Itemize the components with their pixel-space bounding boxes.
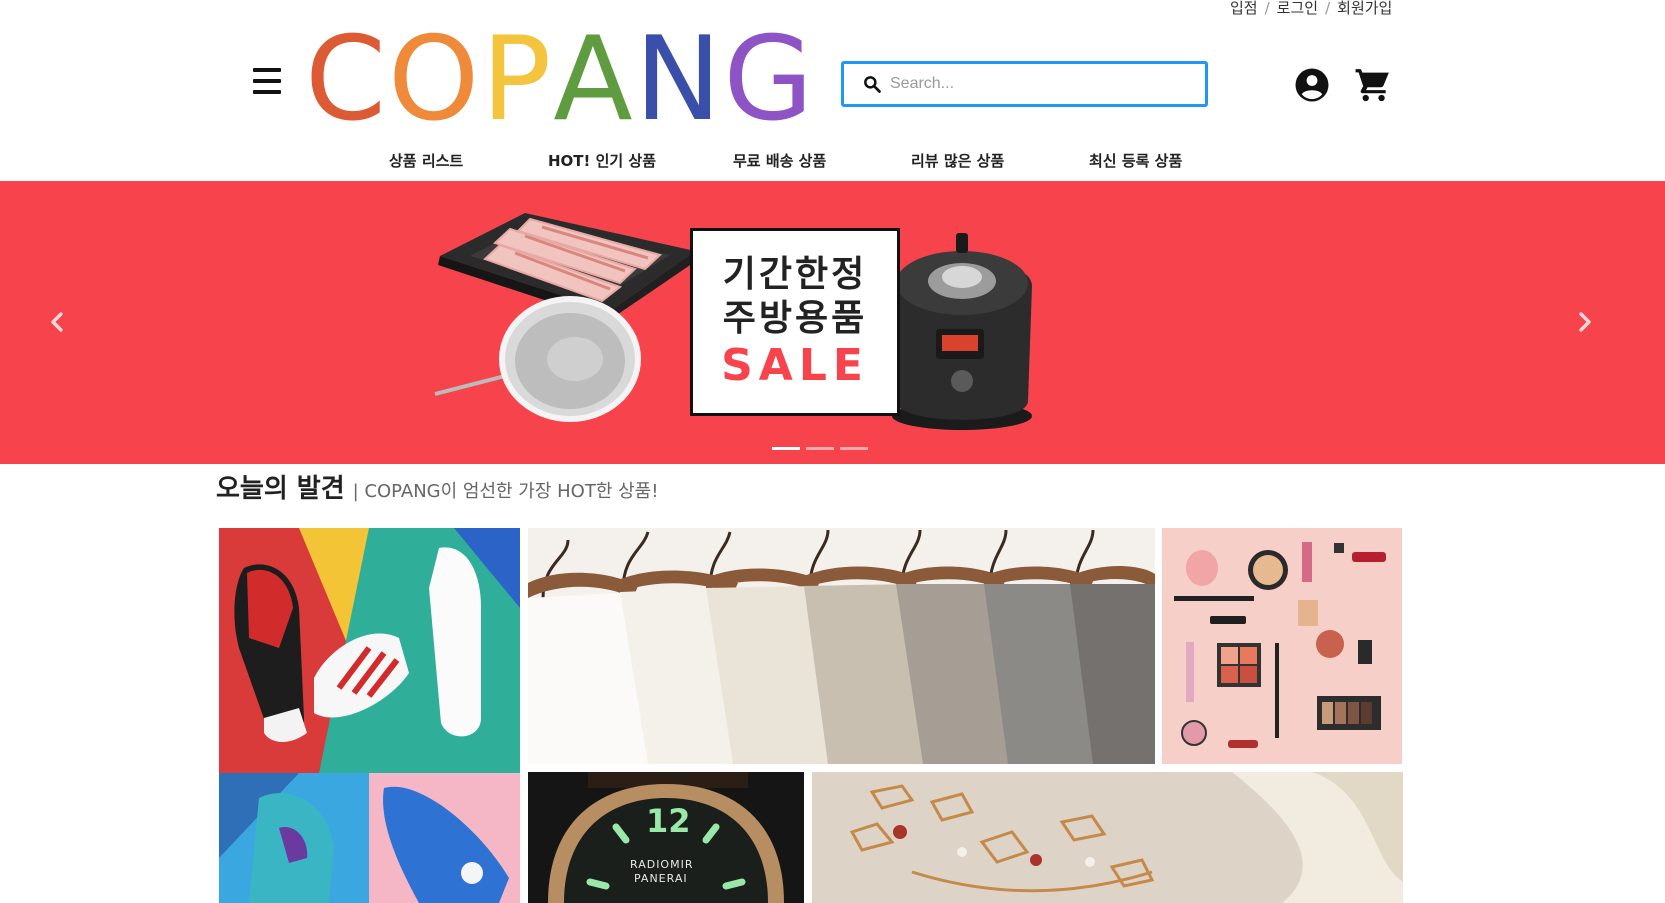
account-icon[interactable] xyxy=(1294,67,1330,103)
logo-letter: P xyxy=(481,12,554,147)
signup-link[interactable]: 회원가입 xyxy=(1337,0,1392,18)
jewelry-image xyxy=(812,772,1403,903)
banner-text-line2: 주방용품 xyxy=(722,298,868,339)
tile-watch[interactable]: 12 RADIOMIR PANERAI xyxy=(528,772,804,903)
section-subtitle: | COPANG이 엄선한 가장 HOT한 상품! xyxy=(352,481,659,502)
section-header: 오늘의 발견 | COPANG이 엄선한 가장 HOT한 상품! xyxy=(216,468,658,505)
watch-brand-line1: RADIOMIR xyxy=(630,858,694,871)
category-link-product-list[interactable]: 상품 리스트 xyxy=(389,150,463,171)
chevron-right-icon[interactable] xyxy=(1574,309,1596,335)
separator: / xyxy=(1325,0,1331,17)
category-link-newest[interactable]: 최신 등록 상품 xyxy=(1089,150,1182,171)
sneakers-image xyxy=(219,528,520,903)
tile-jewelry[interactable] xyxy=(812,772,1403,903)
search-input[interactable] xyxy=(890,64,1190,104)
cosmetics-image xyxy=(1162,528,1402,764)
logo-letter: G xyxy=(723,12,816,147)
banner-text-sale: SALE xyxy=(721,340,869,391)
menu-icon[interactable] xyxy=(253,68,281,94)
category-link-free-shipping[interactable]: 무료 배송 상품 xyxy=(733,150,826,171)
top-links: 입점 / 로그인 / 회원가입 xyxy=(1230,0,1392,18)
cart-icon[interactable] xyxy=(1354,66,1392,104)
login-link[interactable]: 로그인 xyxy=(1277,0,1318,18)
tile-sneakers[interactable] xyxy=(219,528,520,903)
seller-link[interactable]: 입점 xyxy=(1230,0,1258,18)
logo[interactable]: COPANG xyxy=(305,22,815,138)
logo-letter: O xyxy=(388,12,482,147)
slide-indicator[interactable] xyxy=(840,447,868,450)
logo-letter: A xyxy=(553,12,635,147)
watch-numeral: 12 xyxy=(646,802,691,840)
separator: / xyxy=(1264,0,1270,17)
banner-text-line1: 기간한정 xyxy=(722,254,868,295)
slide-indicators xyxy=(772,435,874,454)
category-link-hot[interactable]: HOT! 인기 상품 xyxy=(548,150,656,171)
logo-letter: C xyxy=(305,12,388,147)
shirts-image xyxy=(528,528,1155,764)
tile-cosmetics[interactable] xyxy=(1162,528,1402,764)
watch-brand-line2: PANERAI xyxy=(634,872,688,885)
category-nav: 상품 리스트 HOT! 인기 상품 무료 배송 상품 리뷰 많은 상품 최신 등… xyxy=(0,150,1665,172)
search-box xyxy=(841,61,1208,107)
tile-shirts[interactable] xyxy=(528,528,1155,764)
chevron-left-icon[interactable] xyxy=(46,309,68,335)
rice-cooker-image xyxy=(892,233,1032,430)
sale-sign: 기간한정 주방용품 SALE xyxy=(690,228,900,416)
slide-indicator[interactable] xyxy=(806,447,834,450)
hero-banner[interactable]: 기간한정 주방용품 SALE xyxy=(0,181,1665,464)
logo-letter: N xyxy=(634,12,724,147)
section-title: 오늘의 발견 xyxy=(216,474,345,504)
strainer-image xyxy=(434,296,641,422)
search-icon[interactable] xyxy=(862,74,882,94)
slide-indicator[interactable] xyxy=(772,447,800,450)
category-link-most-reviewed[interactable]: 리뷰 많은 상품 xyxy=(911,150,1004,171)
